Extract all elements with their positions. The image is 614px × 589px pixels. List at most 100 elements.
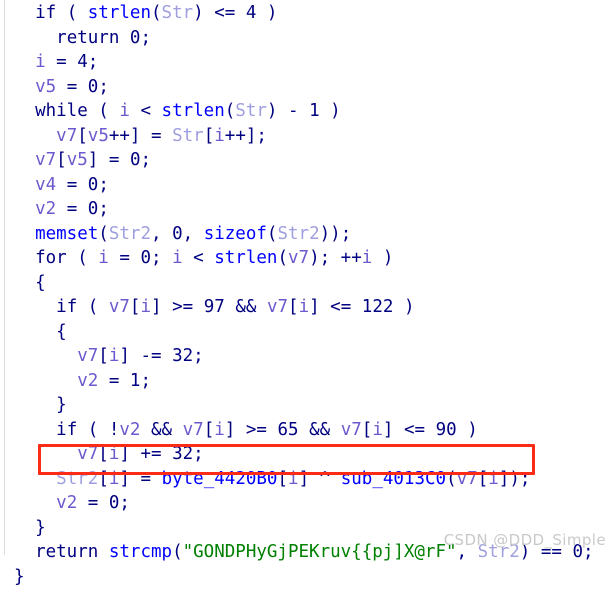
token-kw: return: [35, 542, 98, 562]
token-var: i: [109, 346, 120, 366]
token-pun: ] =: [119, 469, 161, 489]
code-line[interactable]: return 0;: [0, 26, 614, 51]
token-str: "GONDPHyGjPEKruv{{pj]X@rF": [183, 542, 457, 562]
token-fn: byte_4420B0: [162, 469, 278, 489]
token-pun: (: [88, 101, 120, 121]
token-pun: ): [457, 420, 478, 440]
token-num: 4: [246, 3, 257, 23]
token-var: i: [109, 444, 120, 464]
token-var: v7: [341, 420, 362, 440]
token-num: 65: [277, 420, 298, 440]
token-pun: ;: [88, 52, 99, 72]
token-num: 122: [362, 297, 394, 317]
token-var: v2: [119, 420, 140, 440]
token-pun: =: [56, 175, 88, 195]
token-var: i: [98, 248, 109, 268]
token-var: i: [488, 469, 499, 489]
token-pun: ));: [320, 224, 352, 244]
token-var: v2: [35, 199, 56, 219]
token-var: v7: [56, 126, 77, 146]
token-pun: ): [320, 101, 341, 121]
pseudocode-listing[interactable]: if ( strlen(Str) <= 4 ) return 0; i = 4;…: [0, 0, 614, 589]
token-pun: &&: [225, 297, 267, 317]
token-num: 32: [172, 346, 193, 366]
token-pun: [98, 542, 109, 562]
token-var: i: [362, 248, 373, 268]
token-pun: [: [478, 469, 489, 489]
code-line[interactable]: i = 4;: [0, 50, 614, 75]
token-pun: }: [56, 395, 67, 415]
token-pun: ): [372, 248, 393, 268]
code-line[interactable]: memset(Str2, 0, sizeof(Str2));: [0, 222, 614, 247]
token-pun: &&: [299, 420, 341, 440]
token-var: i: [35, 52, 46, 72]
code-line[interactable]: v2 = 0;: [0, 491, 614, 516]
token-pun: ;: [140, 371, 151, 391]
token-var: i: [299, 297, 310, 317]
code-line[interactable]: v2 = 0;: [0, 197, 614, 222]
code-line[interactable]: if ( v7[i] >= 97 && v7[i] <= 122 ): [0, 295, 614, 320]
token-pun: (: [277, 248, 288, 268]
code-line[interactable]: v7[v5++] = Str[i++];: [0, 124, 614, 149]
code-line[interactable]: }: [0, 393, 614, 418]
token-pun: [: [277, 469, 288, 489]
token-var: i: [119, 101, 130, 121]
code-line[interactable]: v7[i] += 32;: [0, 442, 614, 467]
code-line[interactable]: v5 = 0;: [0, 75, 614, 100]
token-pun: [: [362, 420, 373, 440]
token-pun: ); ++: [309, 248, 362, 268]
token-pun: <: [130, 101, 162, 121]
token-pun: ( !: [77, 420, 119, 440]
token-num: 0: [88, 77, 99, 97]
token-pun: ) <=: [193, 3, 246, 23]
token-pun: ;: [193, 346, 204, 366]
token-var: v5: [35, 77, 56, 97]
token-pun: (: [446, 469, 457, 489]
token-var: v2: [56, 493, 77, 513]
code-line[interactable]: {: [0, 320, 614, 345]
token-pun: (: [77, 297, 109, 317]
token-var: v7: [288, 248, 309, 268]
code-line[interactable]: if ( strlen(Str) <= 4 ): [0, 1, 614, 26]
token-pun: ] >=: [225, 420, 278, 440]
token-var: v2: [77, 371, 98, 391]
token-num: 0: [140, 248, 151, 268]
token-pun: [: [98, 469, 109, 489]
token-pun: ] ^: [299, 469, 341, 489]
token-num: 0: [109, 493, 120, 513]
code-line[interactable]: {: [0, 271, 614, 296]
token-var: v7: [457, 469, 478, 489]
token-pun: <: [183, 248, 215, 268]
code-line[interactable]: while ( i < strlen(Str) - 1 ): [0, 99, 614, 124]
code-line[interactable]: v4 = 0;: [0, 173, 614, 198]
token-var: v7: [267, 297, 288, 317]
token-var: i: [172, 248, 183, 268]
token-kw: if: [56, 420, 77, 440]
code-line[interactable]: v7[v5] = 0;: [0, 148, 614, 173]
token-num: 32: [172, 444, 193, 464]
token-pun: }: [14, 567, 25, 587]
code-line[interactable]: for ( i = 0; i < strlen(v7); ++i ): [0, 246, 614, 271]
token-pun: =: [77, 493, 109, 513]
code-line[interactable]: }: [0, 565, 614, 589]
token-pun: [: [204, 126, 215, 146]
code-line[interactable]: if ( !v2 && v7[i] >= 65 && v7[i] <= 90 ): [0, 418, 614, 443]
token-pun: ) -: [267, 101, 309, 121]
token-pun: (: [67, 248, 99, 268]
token-var: v7: [35, 150, 56, 170]
code-line-highlighted[interactable]: Str2[i] = byte_4420B0[i] ^ sub_4013C0(v7…: [0, 467, 614, 492]
token-num: 90: [436, 420, 457, 440]
token-var: v5: [88, 126, 109, 146]
token-pun: [: [288, 297, 299, 317]
code-line[interactable]: v7[i] -= 32;: [0, 344, 614, 369]
code-line[interactable]: v2 = 1;: [0, 369, 614, 394]
token-num: 0: [88, 199, 99, 219]
token-num: 4: [77, 52, 88, 72]
token-pun: ++] =: [109, 126, 172, 146]
token-pun: ]);: [499, 469, 531, 489]
token-fn: strlen: [88, 3, 151, 23]
token-kw: if: [56, 297, 77, 317]
token-pun: =: [56, 77, 88, 97]
decompiler-pseudocode-view[interactable]: if ( strlen(Str) <= 4 ) return 0; i = 4;…: [0, 0, 614, 555]
token-pun: ] -=: [119, 346, 172, 366]
